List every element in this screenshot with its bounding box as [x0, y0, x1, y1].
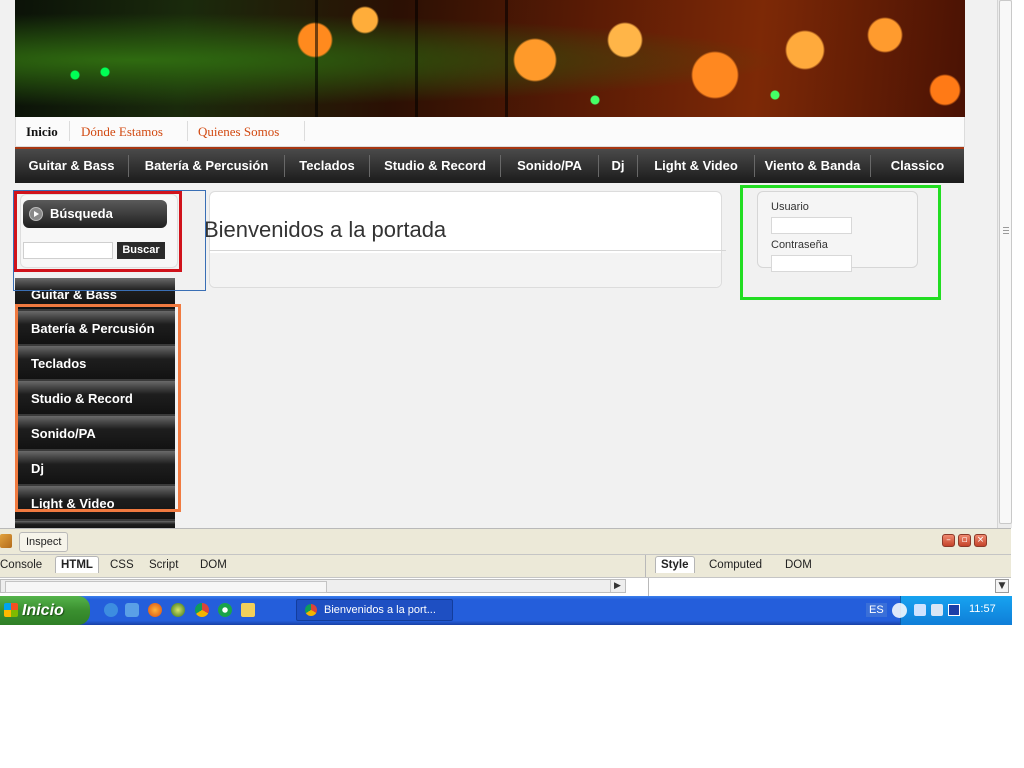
main-navigation: Guitar & Bass Batería & Percusión Teclad…	[15, 147, 964, 183]
side-item-partial	[15, 521, 175, 528]
tab-computed[interactable]: Computed	[709, 559, 762, 571]
app-icon[interactable]	[171, 603, 185, 617]
inspect-button[interactable]: Inspect	[19, 532, 69, 552]
browser-viewport: Inicio Dónde Estamos Quienes Somos Guita…	[0, 0, 997, 528]
taskbar-window-button[interactable]: Bienvenidos a la port...	[296, 599, 453, 621]
tab-style[interactable]: Style	[655, 556, 695, 573]
network-icon[interactable]	[914, 604, 926, 616]
side-item-light-video[interactable]: Light & Video	[15, 486, 175, 521]
top-link-quienes-somos[interactable]: Quienes Somos	[198, 124, 279, 139]
page-title: Bienvenidos a la portada	[204, 217, 447, 242]
chrome-icon[interactable]	[195, 603, 209, 617]
start-label: Inicio	[22, 602, 64, 619]
start-button[interactable]: Inicio	[0, 596, 90, 625]
nav-teclados[interactable]: Teclados	[285, 149, 369, 183]
tab-dom-right[interactable]: DOM	[785, 559, 812, 571]
side-item-bateria-percusion[interactable]: Batería & Percusión	[15, 311, 175, 346]
side-item-sonido-pa[interactable]: Sonido/PA	[15, 416, 175, 451]
devtools-toolbar: Inspect	[0, 528, 1011, 555]
top-link-donde-estamos[interactable]: Dónde Estamos	[81, 124, 163, 139]
devtools-tabs: Console HTML CSS Script DOM Style Comput…	[0, 554, 1011, 578]
folder-icon[interactable]	[241, 603, 255, 617]
password-label: Contraseña	[771, 239, 828, 251]
tab-script[interactable]: Script	[149, 559, 178, 571]
top-links-bar: Inicio Dónde Estamos Quienes Somos	[15, 117, 965, 147]
taskbar-window-label: Bienvenidos a la port...	[324, 604, 436, 616]
nav-dj[interactable]: Dj	[599, 149, 637, 183]
password-field[interactable]	[771, 255, 852, 272]
horizontal-scrollbar[interactable]: ▶	[0, 579, 626, 593]
title-divider	[209, 250, 726, 251]
horizontal-scrollbar-thumb[interactable]	[5, 581, 327, 593]
chevron-down-icon[interactable]: ▼	[995, 579, 1009, 593]
nav-classico[interactable]: Classico	[871, 149, 964, 183]
nav-sonido-pa[interactable]: Sonido/PA	[501, 149, 598, 183]
scroll-right-icon[interactable]: ▶	[610, 580, 624, 592]
arrow-bullet-icon	[29, 207, 43, 221]
nav-viento-banda[interactable]: Viento & Banda	[755, 149, 870, 183]
header-banner-image	[15, 0, 965, 117]
language-indicator[interactable]: ES	[866, 603, 887, 617]
restore-icon[interactable]: ▫	[958, 534, 971, 547]
tab-html[interactable]: HTML	[55, 556, 99, 573]
ie-alt-icon[interactable]	[125, 603, 139, 617]
search-module-title: Búsqueda	[23, 200, 167, 228]
vertical-scrollbar[interactable]	[997, 0, 1012, 528]
nav-studio-record[interactable]: Studio & Record	[370, 149, 500, 183]
username-field[interactable]	[771, 217, 852, 234]
side-item-guitar-bass[interactable]: Guitar & Bass	[15, 278, 175, 311]
side-item-dj[interactable]: Dj	[15, 451, 175, 486]
ie-icon[interactable]	[104, 603, 118, 617]
utorrent-icon[interactable]	[218, 603, 232, 617]
tab-dom[interactable]: DOM	[200, 559, 227, 571]
content-panel-footer	[210, 253, 721, 287]
chrome-icon	[305, 604, 317, 616]
side-item-studio-record[interactable]: Studio & Record	[15, 381, 175, 416]
nav-guitar-bass[interactable]: Guitar & Bass	[15, 149, 128, 183]
minimize-icon[interactable]: –	[942, 534, 955, 547]
firefox-icon[interactable]	[148, 603, 162, 617]
search-title-label: Búsqueda	[50, 206, 113, 221]
network-disconnected-icon[interactable]	[931, 604, 943, 616]
username-label: Usuario	[771, 201, 809, 213]
scrollbar-thumb[interactable]	[999, 0, 1012, 524]
monitor-icon[interactable]	[948, 604, 960, 616]
system-tray: 11:57	[892, 596, 1012, 625]
windows-logo-icon	[4, 603, 18, 617]
tab-console[interactable]: Console	[0, 559, 42, 571]
tray-expand-icon[interactable]	[892, 603, 907, 618]
nav-light-video[interactable]: Light & Video	[638, 149, 754, 183]
login-module: Usuario Contraseña	[757, 191, 918, 272]
search-button[interactable]: Buscar	[117, 242, 165, 259]
top-link-inicio[interactable]: Inicio	[26, 124, 58, 139]
close-icon[interactable]: ×	[974, 534, 987, 547]
clock: 11:57	[969, 603, 996, 615]
tab-css[interactable]: CSS	[110, 559, 134, 571]
nav-bateria-percusion[interactable]: Batería & Percusión	[129, 149, 284, 183]
side-item-teclados[interactable]: Teclados	[15, 346, 175, 381]
firebug-icon[interactable]	[0, 534, 12, 548]
search-input[interactable]	[23, 242, 113, 259]
